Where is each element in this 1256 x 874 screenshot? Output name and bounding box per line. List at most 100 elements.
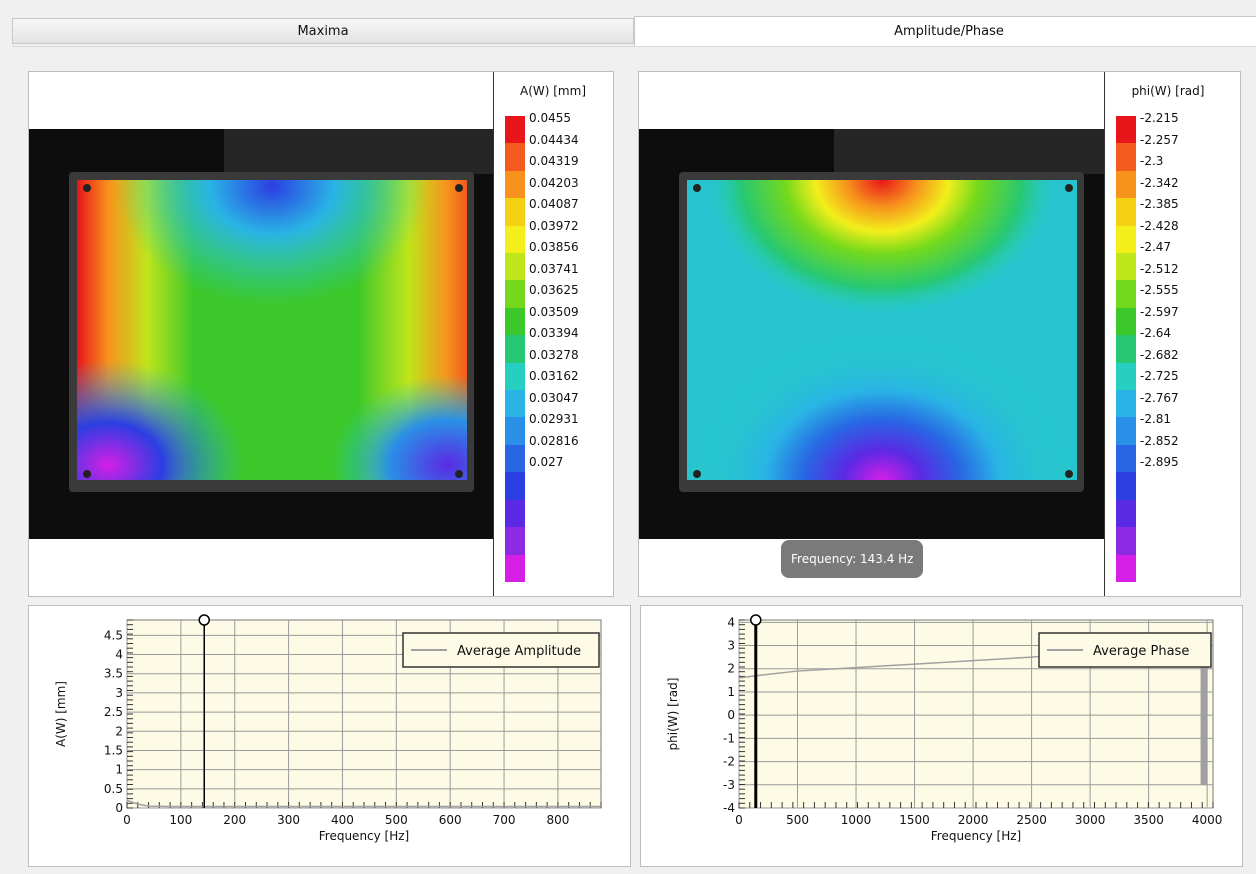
scale-segment [1116,362,1136,391]
scale-label: -2.767 [1140,390,1179,405]
x-tick-label: 100 [169,813,192,827]
tab-maxima[interactable]: Maxima [12,18,634,44]
scale-segment [1116,444,1136,473]
amplitude-color-scale [505,116,525,582]
y-axis-label: A(W) [mm] [54,681,68,747]
x-tick-label: 400 [331,813,354,827]
scale-label: 0.03162 [529,369,579,383]
scale-label: 0.03047 [529,390,579,405]
phase-contour-image [639,72,1105,596]
x-tick-label: 1000 [841,813,872,827]
y-tick-label: 4.5 [104,628,123,642]
x-tick-label: 3500 [1133,813,1164,827]
scale-label: 0.03625 [529,283,579,297]
y-tick-label: 1 [115,763,123,777]
y-tick-label: -1 [723,731,735,745]
scale-label: 0.04203 [529,175,579,190]
x-tick-label: 3000 [1075,813,1106,827]
scale-label: 0.03509 [529,304,579,319]
y-axis-label: phi(W) [rad] [666,678,680,751]
phase-chart[interactable]: 0 500 1000 1500 2000 2500 3000 3500 4000 -4 -3 -2 -1… [641,606,1242,866]
scale-label: -2.342 [1140,175,1179,190]
x-tick-label: 200 [223,813,246,827]
amplitude-scale-labels: 0.0455 0.04434 0.04319 0.04203 0.04087 0.0397… [529,108,579,474]
amplitude-chart-panel: 0 100 200 300 400 500 600 700 800 0 0.5 1 1.5 2 2.5 3 3.… [28,605,631,867]
frequency-tooltip: Frequency: 143.4 Hz [781,540,924,578]
scale-segment [505,253,525,281]
y-tick-label: 0 [727,708,735,722]
y-tick-label: 3.5 [104,667,123,681]
scale-label: -2.3 [1140,154,1164,168]
scale-label: 0.03972 [529,218,579,233]
scale-segment [1116,527,1136,555]
scale-label: -2.682 [1140,347,1179,362]
y-tick-label: -4 [723,801,735,815]
scale-label: -2.215 [1140,111,1179,125]
scale-label: -2.555 [1140,283,1179,297]
scale-segment [1116,417,1136,445]
scale-label: -2.512 [1140,261,1179,276]
phase-scale-title: phi(W) [rad] [1131,84,1205,98]
y-tick-label: 4 [727,615,735,629]
scale-segment [1116,170,1136,199]
y-tick-label: 2 [727,662,735,676]
scale-segment [505,225,525,254]
scale-segment [505,198,525,226]
x-axis-label: Frequency [Hz] [931,829,1022,843]
scale-label: 0.04087 [529,197,579,211]
phase-map-panel: Frequency: 143.4 Hz phi(W) [rad] -2.215 -… [638,71,1241,597]
x-tick-label: 2000 [958,813,989,827]
scale-label: -2.597 [1140,304,1179,319]
x-tick-label: 500 [786,813,809,827]
scale-label: -2.257 [1140,132,1179,147]
scale-label: -2.81 [1140,412,1172,426]
scale-segment [505,143,525,171]
x-tick-label: 800 [546,813,569,827]
x-tick-label: 2500 [1016,813,1047,827]
scale-segment [505,472,525,500]
amplitude-chart[interactable]: 0 100 200 300 400 500 600 700 800 0 0.5 1 1.5 2 2.5 3 3.… [29,606,630,866]
scale-label: 0.03741 [529,261,579,276]
scale-label: -2.428 [1140,218,1179,233]
scale-segment [505,444,525,473]
y-tick-label: 2 [115,724,123,738]
tab-bar: Maxima Amplitude/Phase [12,16,1256,46]
scale-segment [505,527,525,555]
y-tick-label: 1 [727,685,735,699]
x-tick-label: 500 [385,813,408,827]
scale-label: 0.04434 [529,132,579,147]
y-tick-label: 0.5 [104,782,123,796]
scale-segment [1116,143,1136,171]
frequency-cursor-handle[interactable] [750,614,762,626]
amplitude-contour-image [29,72,494,596]
scale-label: 0.02931 [529,412,579,426]
y-tick-label: 4 [115,648,123,662]
scale-label: 0.02816 [529,433,579,448]
y-tick-label: 2.5 [104,705,123,719]
y-tick-label: 1.5 [104,743,123,757]
scale-segment [505,390,525,418]
scale-segment [1116,554,1136,582]
y-tick-label: -3 [723,778,735,792]
scale-segment [1116,116,1136,144]
scale-segment [505,116,525,144]
scale-segment [1116,307,1136,336]
x-tick-label: 4000 [1192,813,1223,827]
scale-label: -2.852 [1140,433,1179,448]
x-tick-label: 600 [439,813,462,827]
x-tick-label: 0 [735,813,743,827]
amplitude-scale-title: A(W) [mm] [520,84,586,98]
x-tick-label: 300 [277,813,300,827]
scale-label: 0.027 [529,455,564,469]
scale-segment [1116,472,1136,500]
scale-segment [1116,390,1136,418]
scale-label: 0.03856 [529,240,579,254]
x-axis-label: Frequency [Hz] [319,829,410,843]
tab-amplitude-phase[interactable]: Amplitude/Phase [634,16,1256,46]
phase-color-scale [1116,116,1136,582]
y-tick-label: 3 [115,686,123,700]
amplitude-map-panel: A(W) [mm] 0.0455 0.04434 0.04319 0.04203 0.0… [28,71,614,597]
tab-content: A(W) [mm] 0.0455 0.04434 0.04319 0.04203 0.0… [12,46,1256,874]
x-tick-label: 1500 [899,813,930,827]
frequency-cursor-handle[interactable] [198,614,210,626]
